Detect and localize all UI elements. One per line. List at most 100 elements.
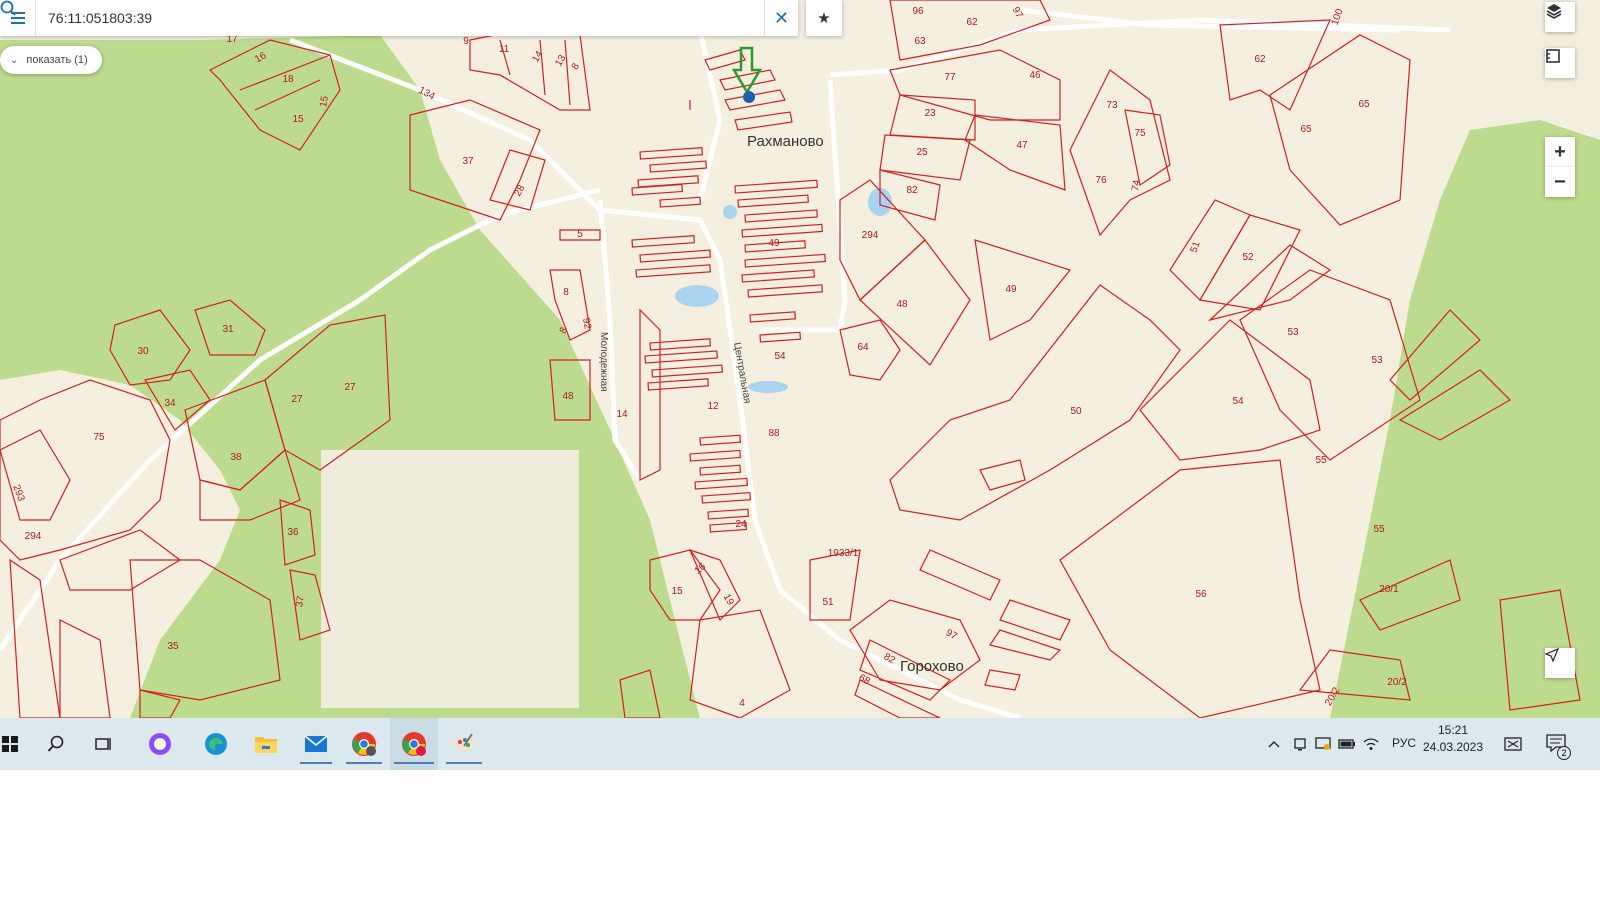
parcel-label: 19 (721, 592, 736, 608)
parcel-label: 65 (1358, 99, 1370, 110)
parcel-label: 54 (1232, 396, 1244, 407)
language-indicator[interactable]: РУС (1392, 736, 1416, 750)
parcel-label: 37 (462, 156, 474, 167)
parcel-label: 28 (512, 183, 527, 199)
parcel-label: 64 (857, 342, 869, 353)
parcel-label: 49 (768, 238, 780, 249)
notifications-icon[interactable]: 2 (1542, 718, 1572, 770)
parcel-label: 5 (577, 229, 583, 240)
parcel-label: 55 (1373, 524, 1385, 535)
parcel-label: 30 (137, 346, 149, 357)
parcel-label: 1933/1 (828, 548, 859, 559)
parcel-row (651, 364, 723, 378)
parcel-row (747, 284, 823, 298)
marker-dot (743, 91, 755, 103)
parcel-label: 34 (164, 398, 176, 409)
parcel-label: 46 (1029, 70, 1041, 81)
notification-count-badge: 2 (1557, 746, 1571, 760)
cadastral-map[interactable]: 96 62 97 63 100 62 17 16 9 11 14 13 8 18 15 15 77 46 73 65 2… (0, 0, 1600, 718)
paint-icon[interactable] (442, 718, 486, 770)
search-input[interactable]: 76:11:051803:39 (36, 10, 730, 26)
star-icon[interactable]: ★ (806, 0, 842, 36)
clock-date: 24.03.2023 (1422, 740, 1484, 754)
battery-icon[interactable] (1336, 718, 1358, 770)
parcel-label: 54 (774, 351, 786, 362)
task-view-icon[interactable] (84, 718, 124, 770)
alice-assistant-icon[interactable] (140, 718, 180, 770)
parcel-label: 77 (944, 72, 956, 83)
measure-icon[interactable] (1545, 48, 1575, 78)
parcel-label: 51 (1189, 240, 1203, 255)
parcel-label: 65 (1300, 124, 1312, 135)
parcel-label: 15 (292, 114, 304, 125)
parcel-label: 56 (1195, 589, 1207, 600)
village-label-gorokhovo: Горохово (900, 658, 964, 675)
navigation-arrow-icon[interactable] (1545, 648, 1575, 678)
parcel-label: 18 (282, 74, 294, 85)
village-label-rakhmanovo: Рахманово (747, 133, 824, 150)
parcel-row (759, 331, 802, 343)
parcel-label: 97 (944, 627, 960, 642)
parcel-label: 15 (671, 586, 683, 597)
windows-start-icon[interactable] (0, 718, 20, 770)
parcel-label: 9 (463, 36, 469, 47)
parcel-row (689, 449, 742, 462)
wifi-icon[interactable] (1360, 718, 1382, 770)
parcel-label: 16 (693, 561, 709, 577)
parcel-row (699, 464, 742, 476)
parcel-label: 14 (616, 409, 628, 420)
parcel-label: 62 (966, 17, 978, 28)
parcel-label: 20/2 (1387, 677, 1407, 688)
taskbar-clock[interactable]: 15:21 24.03.2023 (1418, 722, 1488, 756)
parcel-label: 75 (1134, 128, 1146, 139)
parcel-row (649, 160, 707, 173)
parcel-row (631, 183, 684, 196)
show-results-button[interactable]: ⌄ показать (1) (0, 46, 102, 74)
parcel-row (694, 477, 749, 490)
parcel-row (631, 235, 695, 248)
close-icon[interactable]: ✕ (764, 0, 798, 36)
map-canvas[interactable]: 96629763100621716911 14 13 818151577 4673 652… (0, 0, 1600, 718)
parcel-row (741, 223, 823, 238)
layers-icon[interactable] (1545, 2, 1575, 32)
search-icon[interactable] (0, 0, 764, 36)
mail-icon[interactable] (296, 718, 336, 770)
parcel-label: 11 (499, 44, 510, 55)
chevron-up-icon[interactable] (1264, 718, 1284, 770)
parcel-row (647, 378, 709, 391)
street-label-molodezhnaya: Молодежная (598, 332, 609, 392)
chrome-icon[interactable] (342, 718, 386, 770)
file-explorer-icon[interactable] (246, 718, 286, 770)
search-icon[interactable] (36, 718, 76, 770)
parcel-label: 62 (1254, 54, 1266, 65)
keyboard-icon[interactable] (1500, 718, 1526, 770)
parcel-row (635, 264, 711, 278)
zoom-in-button[interactable]: + (1545, 137, 1575, 167)
parcel-row (639, 249, 711, 263)
zoom-out-button[interactable]: − (1545, 167, 1575, 197)
parcel-row (644, 350, 718, 364)
parcel-label: 51 (822, 597, 834, 608)
chrome-icon[interactable] (390, 718, 438, 770)
parcel-row (737, 194, 809, 208)
update-icon[interactable] (1312, 718, 1334, 770)
parcel-label: 27 (291, 394, 303, 405)
parcel-label: 75 (93, 432, 105, 443)
parcel-label: 96 (912, 6, 924, 17)
device-icon[interactable] (1290, 718, 1310, 770)
clearing-area (321, 450, 579, 708)
parcel-label: 88 (768, 428, 780, 439)
parcel-label: 82 (906, 185, 918, 196)
parcel-label: 52 (1242, 252, 1254, 263)
parcel-label: 53 (1287, 327, 1299, 338)
parcel-label: 55 (1315, 455, 1327, 466)
parcel-label: 92 (580, 317, 593, 330)
parcel-row (649, 338, 711, 351)
parcel-row (699, 434, 742, 446)
parcel-label: 31 (222, 324, 234, 335)
parcel-label: 14 (530, 49, 545, 65)
parcel-label: 47 (1016, 140, 1028, 151)
edge-browser-icon[interactable] (196, 718, 236, 770)
parcel-row (744, 209, 818, 223)
parcel-label: 8 (570, 61, 583, 72)
